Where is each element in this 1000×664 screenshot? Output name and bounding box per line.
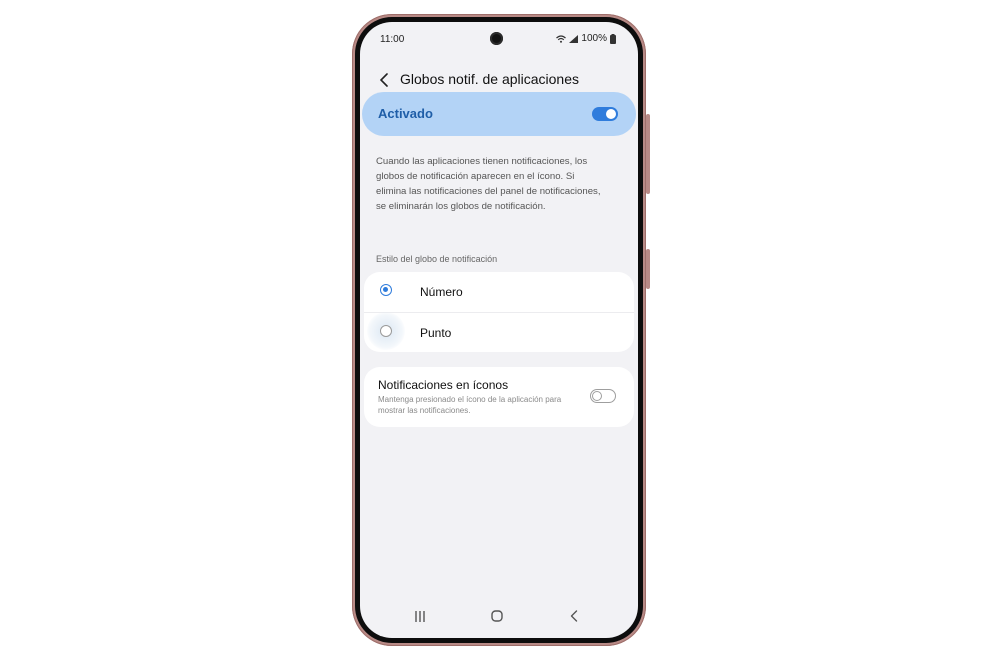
status-time: 11:00 <box>380 34 405 45</box>
icon-notifications-toggle[interactable] <box>590 389 616 403</box>
status-bar: 11:00 100% <box>360 22 638 54</box>
battery-icon <box>610 33 616 44</box>
recents-button[interactable] <box>410 608 430 624</box>
back-button[interactable] <box>372 68 396 92</box>
home-icon <box>491 610 503 622</box>
volume-button <box>646 114 650 194</box>
toggle-knob <box>606 109 616 119</box>
radio-label: Punto <box>420 326 452 340</box>
icon-notifications-subtitle: Mantenga presionado el ícono de la aplic… <box>378 395 562 415</box>
phone-frame: 11:00 100% Globos notif. de aplicaciones… <box>352 14 650 646</box>
battery-percent: 100% <box>581 33 607 44</box>
wifi-icon <box>556 34 567 43</box>
master-toggle[interactable] <box>592 107 618 121</box>
badge-style-card: Número Punto <box>364 272 634 352</box>
master-switch-row[interactable]: Activado <box>362 92 636 136</box>
phone-bezel: 11:00 100% Globos notif. de aplicaciones… <box>355 17 643 643</box>
icon-notifications-row[interactable]: Notificaciones en íconos Mantenga presio… <box>364 367 634 427</box>
toggle-knob <box>592 391 602 401</box>
front-camera <box>490 32 503 45</box>
screen: 11:00 100% Globos notif. de aplicaciones… <box>360 22 638 638</box>
radio-button[interactable] <box>380 325 392 337</box>
radio-option-punto[interactable]: Punto <box>364 312 634 353</box>
home-button[interactable] <box>487 608 507 624</box>
status-icons: 100% <box>556 33 616 44</box>
signal-icon <box>569 34 579 43</box>
recents-icon <box>415 610 425 622</box>
chevron-left-icon <box>380 73 388 87</box>
icon-notifications-title: Notificaciones en íconos <box>378 378 509 392</box>
navigation-bar <box>360 594 638 638</box>
radio-label: Número <box>420 285 463 299</box>
description-text: Cuando las aplicaciones tienen notificac… <box>376 156 601 212</box>
radio-button-selected[interactable] <box>380 284 392 296</box>
section-title: Estilo del globo de notificación <box>376 254 498 264</box>
master-switch-label: Activado <box>378 106 433 121</box>
page-title: Globos notif. de aplicaciones <box>400 71 579 87</box>
power-button <box>646 249 650 289</box>
nav-back-button[interactable] <box>564 608 584 624</box>
radio-option-numero[interactable]: Número <box>364 272 634 312</box>
back-icon <box>570 610 578 622</box>
